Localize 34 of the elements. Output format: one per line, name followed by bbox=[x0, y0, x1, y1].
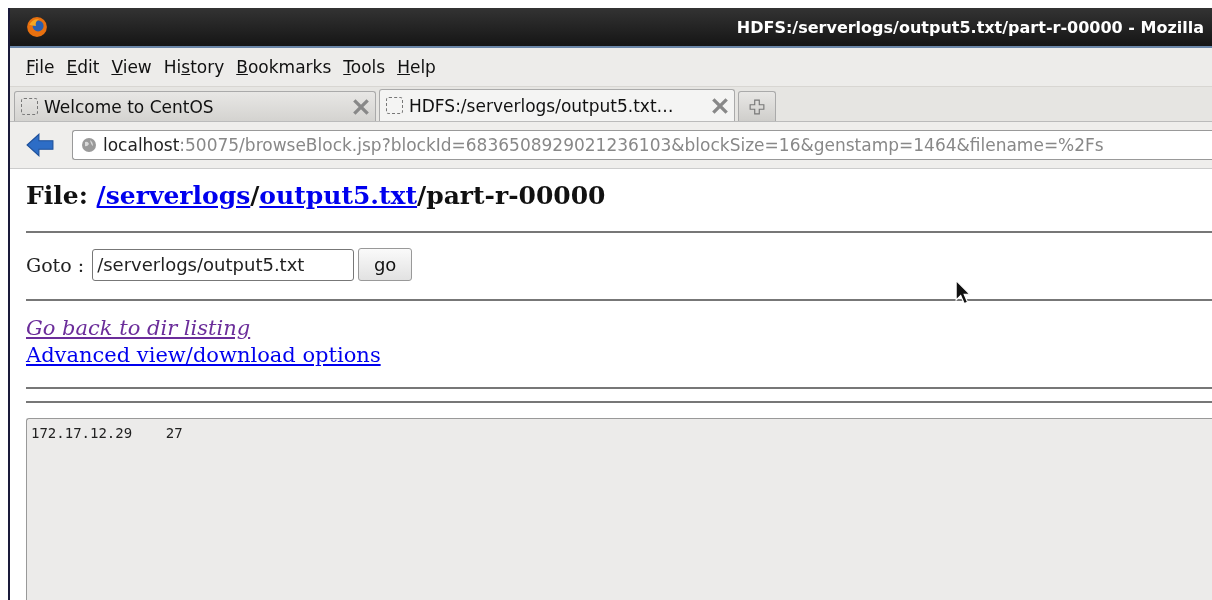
menu-item[interactable]: Bookmarks bbox=[234, 57, 340, 77]
menu-item[interactable]: View bbox=[109, 57, 160, 77]
page-link[interactable]: Advanced view/download options bbox=[26, 343, 381, 367]
heading-label: File: bbox=[26, 181, 89, 210]
close-icon[interactable] bbox=[353, 98, 369, 115]
new-tab-button[interactable] bbox=[738, 91, 776, 121]
menu-item[interactable]: Edit bbox=[64, 57, 108, 77]
menu-item[interactable]: Tools bbox=[341, 57, 394, 77]
path-link[interactable]: output5.txt bbox=[259, 181, 418, 210]
globe-icon bbox=[81, 137, 97, 153]
url-text: localhost:50075/browseBlock.jsp?blockId=6836508929021236103&blockSize=16&genstamp=1464&filename=%2Fs bbox=[103, 135, 1104, 155]
goto-label: Goto : bbox=[26, 253, 85, 276]
mouse-pointer-icon bbox=[955, 279, 971, 305]
browser-logo-icon bbox=[26, 16, 48, 38]
menu-item[interactable]: History bbox=[161, 57, 233, 77]
go-button[interactable]: go bbox=[358, 248, 413, 281]
file-content-area[interactable]: 172.17.12.29 27 bbox=[26, 418, 1212, 600]
goto-field[interactable]: /serverlogs/output5.txt bbox=[92, 248, 355, 281]
browser-tab[interactable]: HDFS:/serverlogs/output5.txt… bbox=[379, 89, 735, 121]
window-title: HDFS:/serverlogs/output5.txt/part-r-00000 - Mozilla bbox=[736, 17, 1204, 37]
close-icon[interactable] bbox=[712, 97, 728, 114]
address-bar[interactable]: localhost:50075/browseBlock.jsp?blockId=6836508929021236103&blockSize=16&genstamp=1464&filename=%2Fs bbox=[72, 130, 1212, 160]
browser-tab[interactable]: Welcome to CentOS bbox=[14, 91, 376, 121]
menu-item[interactable]: Help bbox=[395, 57, 444, 77]
back-arrow-icon[interactable] bbox=[26, 133, 54, 157]
page-icon bbox=[21, 98, 38, 115]
path-text: / bbox=[250, 181, 260, 210]
path-text: /part-r-00000 bbox=[417, 181, 606, 210]
page-link[interactable]: Go back to dir listing bbox=[26, 316, 251, 340]
menu-item[interactable]: File bbox=[24, 57, 63, 77]
file-content-text: 172.17.12.29 27 bbox=[31, 425, 183, 441]
page-icon bbox=[386, 97, 403, 114]
path-link[interactable]: /serverlogs bbox=[96, 181, 251, 210]
plus-icon bbox=[749, 98, 765, 115]
